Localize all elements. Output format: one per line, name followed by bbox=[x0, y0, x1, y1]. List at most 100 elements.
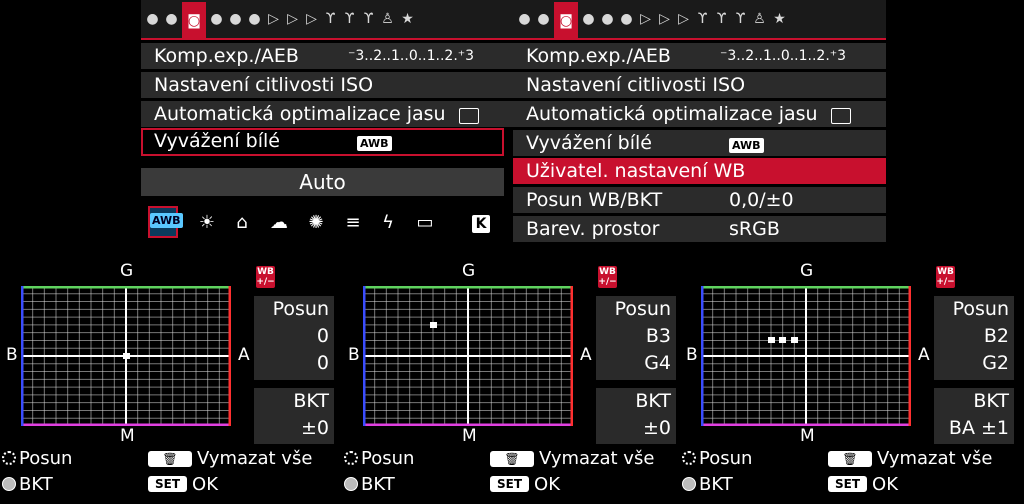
menu-row-auto-lighting[interactable]: Automatická optimalizace jasu bbox=[141, 101, 514, 127]
exposure-scale: ⁻3..2..1..0..1..2.⁺3 bbox=[348, 48, 475, 64]
tab-tool-2[interactable]: ϒ bbox=[341, 10, 358, 28]
tab-camera-1[interactable]: ● bbox=[144, 10, 161, 28]
bkt-value: ±0 bbox=[642, 417, 671, 439]
shift-label: Posun bbox=[952, 298, 1009, 320]
bkt-hint: BKT bbox=[682, 474, 733, 495]
shift-value-1: B2 bbox=[983, 325, 1009, 347]
wb-shift-grid[interactable] bbox=[20, 285, 232, 427]
wb-preset-awb[interactable]: AWB bbox=[148, 206, 183, 238]
menu-row-iso[interactable]: Nastavení citlivosti ISO bbox=[141, 72, 514, 98]
axis-label-m: M bbox=[120, 426, 135, 446]
axis-label-b: B bbox=[6, 345, 18, 365]
wb-preset-tungsten-icon[interactable]: ✺ bbox=[303, 212, 329, 234]
tab-camera-4[interactable]: ● bbox=[580, 10, 597, 28]
wb-shift-icon: WB +/− bbox=[598, 266, 617, 288]
wb-shift-grid[interactable] bbox=[700, 285, 912, 427]
tab-tool-3[interactable]: ϒ bbox=[732, 10, 749, 28]
set-button-icon: SET bbox=[148, 476, 188, 492]
row-label: Komp.exp./AEB bbox=[154, 45, 299, 67]
bracket-info-box: BKT BA ±1 bbox=[934, 388, 1014, 444]
wb-preset-fluorescent-icon[interactable]: ≡ bbox=[340, 212, 366, 234]
tab-camera-6[interactable]: ● bbox=[618, 10, 635, 28]
clear-all-hint[interactable]: 🗑 Vymazat vše bbox=[490, 448, 654, 469]
tab-camera-5[interactable]: ● bbox=[227, 10, 244, 28]
wb-preset-daylight-icon[interactable]: ☀ bbox=[194, 212, 220, 234]
set-ok-hint[interactable]: SET OK bbox=[148, 474, 218, 495]
tab-play-1[interactable]: ▷ bbox=[265, 10, 282, 28]
wb-grid-svg bbox=[362, 285, 574, 427]
tab-camera-1[interactable]: ● bbox=[516, 10, 533, 28]
wb-shift-panel-1: G M B A WB +/− Posun 0 0 BKT ±0 Posun 🗑 … bbox=[0, 258, 340, 504]
tab-tool-2[interactable]: ϒ bbox=[713, 10, 730, 28]
wb-preset-cloudy-icon[interactable]: ☁ bbox=[266, 212, 292, 234]
set-ok-hint[interactable]: SET OK bbox=[828, 474, 898, 495]
axis-label-b: B bbox=[348, 345, 360, 365]
awb-icon: AWB bbox=[729, 130, 764, 156]
row-label: Vyvážení bílé bbox=[154, 130, 280, 152]
multi-controller-icon bbox=[344, 451, 358, 465]
tab-tool-3[interactable]: ϒ bbox=[360, 10, 377, 28]
wb-preset-strip: AWB ☀ ⌂ ☁ ✺ ≡ ϟ ▭ K bbox=[141, 204, 504, 240]
set-ok-hint[interactable]: SET OK bbox=[490, 474, 560, 495]
wb-shift-marker bbox=[779, 337, 787, 344]
tab-camera-2[interactable]: ● bbox=[163, 10, 180, 28]
row-label: Komp.exp./AEB bbox=[526, 45, 671, 67]
axis-label-g: G bbox=[462, 261, 476, 281]
tab-play-2[interactable]: ▷ bbox=[284, 10, 301, 28]
axis-label-b: B bbox=[686, 345, 698, 365]
right-menu-panel: ● ● ◙ ● ● ● ▷ ▷ ▷ ϒ ϒ ϒ ♙ ★ Komp.exp./AE… bbox=[513, 0, 886, 245]
tab-camera-2[interactable]: ● bbox=[535, 10, 552, 28]
row-label: Nastavení citlivosti ISO bbox=[526, 74, 746, 96]
tab-play-1[interactable]: ▷ bbox=[637, 10, 654, 28]
menu-row-wb-shift[interactable]: Posun WB/BKT 0,0/±0 bbox=[513, 187, 886, 213]
trash-icon: 🗑 bbox=[828, 451, 872, 467]
tab-custom[interactable]: ♙ bbox=[751, 10, 768, 28]
bracket-info-box: BKT ±0 bbox=[596, 388, 676, 444]
clear-all-hint[interactable]: 🗑 Vymazat vše bbox=[148, 448, 312, 469]
menu-row-white-balance[interactable]: Vyvážení bílé AWB bbox=[513, 130, 886, 156]
menu-tab-bar: ● ● ◙ ● ● ● ▷ ▷ ▷ ϒ ϒ ϒ ♙ ★ bbox=[513, 0, 886, 40]
tab-camera-3[interactable]: ◙ bbox=[554, 2, 578, 40]
tab-camera-6[interactable]: ● bbox=[246, 10, 263, 28]
shift-info-box: Posun B2 G2 bbox=[934, 296, 1014, 380]
dial-hint: Posun bbox=[682, 448, 752, 469]
tab-camera-3[interactable]: ◙ bbox=[182, 2, 206, 40]
set-button-icon: SET bbox=[490, 476, 530, 492]
tab-mymenu[interactable]: ★ bbox=[399, 10, 416, 28]
tab-custom[interactable]: ♙ bbox=[379, 10, 396, 28]
shift-value-2: 0 bbox=[316, 352, 329, 374]
tab-tool-1[interactable]: ϒ bbox=[694, 10, 711, 28]
menu-row-exposure-comp[interactable]: Komp.exp./AEB ⁻3..2..1..0..1..2.⁺3 bbox=[141, 43, 514, 69]
wb-mode-label: Auto bbox=[141, 168, 504, 196]
menu-row-color-space[interactable]: Barev. prostor sRGB bbox=[513, 216, 886, 242]
menu-row-exposure-comp[interactable]: Komp.exp./AEB ⁻3..2..1..0..1..2.⁺3 bbox=[513, 43, 886, 69]
axis-label-m: M bbox=[800, 426, 815, 446]
tab-tool-1[interactable]: ϒ bbox=[322, 10, 339, 28]
wb-preset-custom-icon[interactable]: ▭ bbox=[412, 212, 438, 234]
trash-icon: 🗑 bbox=[148, 451, 192, 467]
tab-play-3[interactable]: ▷ bbox=[675, 10, 692, 28]
menu-row-white-balance[interactable]: Vyvážení bílé AWB bbox=[141, 128, 504, 156]
tab-mymenu[interactable]: ★ bbox=[771, 10, 788, 28]
quick-dial-icon bbox=[344, 477, 358, 491]
bkt-label: BKT bbox=[635, 390, 671, 412]
bkt-label: BKT bbox=[293, 390, 329, 412]
wb-preset-kelvin-icon[interactable]: K bbox=[468, 212, 494, 234]
row-label: Uživatel. nastavení WB bbox=[526, 160, 746, 182]
wb-grid-svg bbox=[700, 285, 912, 427]
tab-play-3[interactable]: ▷ bbox=[303, 10, 320, 28]
row-label: Automatická optimalizace jasu bbox=[154, 103, 446, 125]
wb-shift-grid[interactable] bbox=[362, 285, 574, 427]
tab-camera-5[interactable]: ● bbox=[599, 10, 616, 28]
tab-play-2[interactable]: ▷ bbox=[656, 10, 673, 28]
multi-controller-icon bbox=[682, 451, 696, 465]
wb-preset-shade-icon[interactable]: ⌂ bbox=[229, 212, 255, 234]
tab-camera-4[interactable]: ● bbox=[208, 10, 225, 28]
axis-label-a: A bbox=[918, 345, 930, 365]
clear-all-hint[interactable]: 🗑 Vymazat vše bbox=[828, 448, 992, 469]
wb-preset-flash-icon[interactable]: ϟ bbox=[375, 212, 401, 234]
menu-row-custom-wb[interactable]: Uživatel. nastavení WB bbox=[513, 158, 886, 184]
menu-row-auto-lighting[interactable]: Automatická optimalizace jasu bbox=[513, 101, 886, 127]
wb-shift-marker bbox=[790, 337, 798, 344]
menu-row-iso[interactable]: Nastavení citlivosti ISO bbox=[513, 72, 886, 98]
